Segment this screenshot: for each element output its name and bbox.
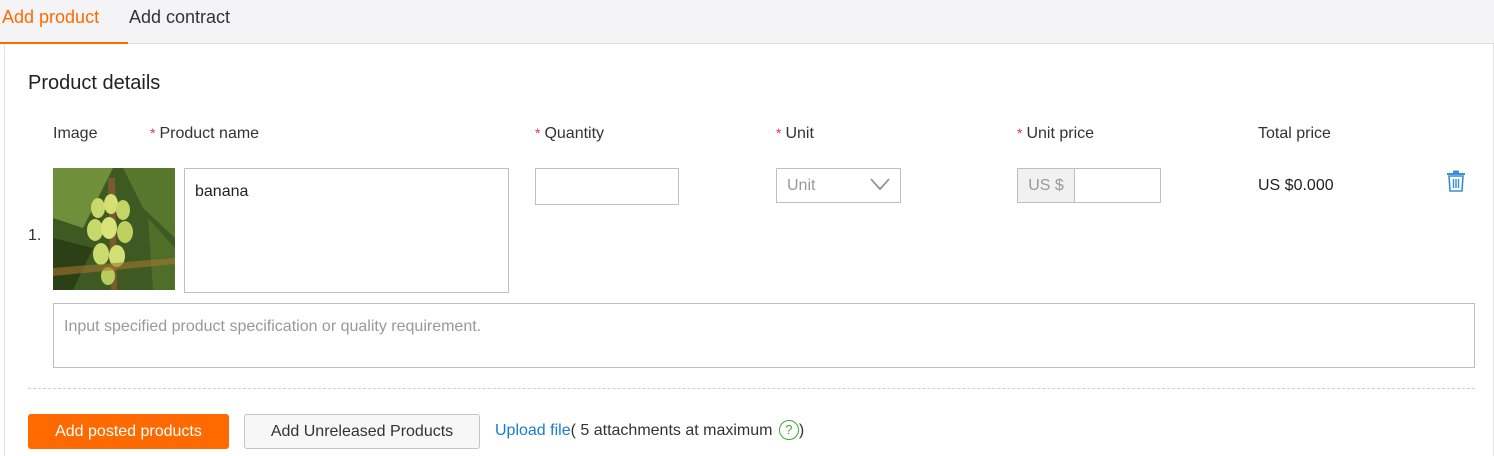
required-mark: * (1017, 125, 1023, 141)
required-mark: * (150, 125, 156, 141)
upload-file-link[interactable]: Upload file (495, 422, 571, 439)
section-divider (28, 388, 1475, 389)
add-unreleased-products-button[interactable]: Add Unreleased Products (244, 414, 480, 449)
column-header-unit-label: Unit (785, 125, 814, 142)
upload-note-close: ) (798, 422, 805, 439)
trash-icon[interactable] (1446, 170, 1466, 192)
tab-bar: Add product Add contract (0, 0, 1494, 44)
banana-photo-icon (53, 168, 175, 290)
column-header-product-name-label: Product name (159, 125, 260, 142)
column-header-unit-price: * Unit price (1017, 125, 1094, 143)
required-mark: * (535, 125, 541, 141)
help-icon[interactable]: ? (778, 420, 799, 440)
required-mark: * (776, 125, 782, 141)
upload-limit-note: ( 5 attachments at maximum (570, 422, 773, 439)
section-title: Product details (28, 72, 161, 94)
row-number: 1. (28, 227, 42, 244)
column-header-image: Image (53, 125, 98, 142)
product-name-input[interactable]: banana (184, 168, 509, 293)
column-header-product-name: * Product name (150, 125, 259, 143)
column-header-quantity-label: Quantity (544, 125, 605, 142)
total-price-value: US $0.000 (1258, 177, 1334, 194)
tab-add-contract[interactable]: Add contract (129, 6, 230, 28)
add-posted-products-button[interactable]: Add posted products (28, 414, 229, 449)
product-image[interactable] (53, 168, 175, 290)
column-header-unit: * Unit (776, 125, 814, 143)
chevron-down-icon (870, 178, 890, 191)
column-header-total-price: Total price (1258, 125, 1331, 142)
unit-select[interactable]: Unit (776, 168, 901, 203)
upload-area: Upload file( 5 attachments at maximum ?) (495, 420, 804, 440)
specification-textarea[interactable]: Input specified product specification or… (53, 303, 1475, 368)
column-header-unit-price-label: Unit price (1026, 125, 1095, 142)
unit-select-placeholder: Unit (787, 177, 816, 194)
tab-add-product[interactable]: Add product (2, 6, 99, 28)
unit-price-input[interactable] (1075, 169, 1160, 202)
unit-price-field: US $ (1017, 168, 1161, 203)
column-header-quantity: * Quantity (535, 125, 604, 143)
currency-prefix: US $ (1018, 169, 1075, 202)
quantity-input[interactable] (535, 168, 679, 205)
